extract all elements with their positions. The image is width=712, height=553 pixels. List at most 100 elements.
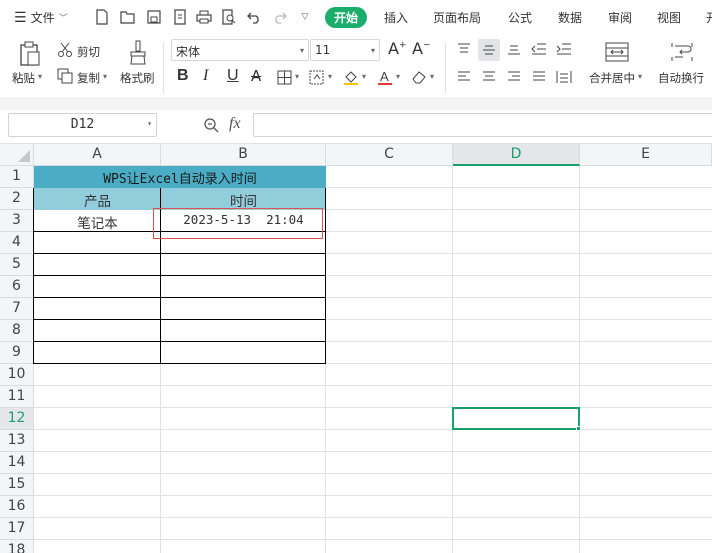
- selected-cell-d12[interactable]: [452, 407, 580, 430]
- open-folder-icon[interactable]: [119, 8, 137, 26]
- row-header-12[interactable]: 12: [0, 408, 34, 430]
- row-header-4[interactable]: 4: [0, 232, 34, 254]
- row-header-9[interactable]: 9: [0, 342, 34, 364]
- select-all-corner[interactable]: [0, 144, 34, 166]
- table-border: [33, 188, 34, 364]
- align-middle-icon[interactable]: [478, 39, 500, 61]
- align-bottom-icon[interactable]: [505, 40, 523, 58]
- tab-data[interactable]: 数据: [558, 9, 582, 26]
- table-border: [33, 253, 326, 254]
- print-icon[interactable]: [195, 8, 213, 26]
- row-header-11[interactable]: 11: [0, 386, 34, 408]
- cell-b2[interactable]: 时间: [161, 188, 326, 210]
- decrease-font-size-icon[interactable]: A−: [412, 39, 431, 58]
- row-header-3[interactable]: 3: [0, 210, 34, 232]
- wrap-text-button[interactable]: 自动换行: [658, 70, 704, 86]
- underline-button[interactable]: U: [227, 67, 239, 85]
- copy-button[interactable]: 复制: [77, 70, 100, 86]
- cell-style-icon[interactable]: [308, 68, 326, 86]
- row-header-6[interactable]: 6: [0, 276, 34, 298]
- print-preview-icon[interactable]: [220, 8, 238, 26]
- cut-button[interactable]: 剪切: [77, 44, 100, 60]
- row-header-16[interactable]: 16: [0, 496, 34, 518]
- tab-view[interactable]: 视图: [657, 9, 681, 26]
- distributed-align-icon[interactable]: [555, 68, 573, 86]
- fill-color-dropdown-icon[interactable]: ▾: [362, 72, 366, 81]
- column-header-b[interactable]: B: [161, 144, 326, 166]
- merge-dropdown-icon[interactable]: ▾: [638, 72, 642, 81]
- new-document-icon[interactable]: [93, 8, 111, 26]
- cell-a1-title[interactable]: WPS让Excel自动录入时间: [34, 166, 326, 188]
- row-header-7[interactable]: 7: [0, 298, 34, 320]
- name-box[interactable]: D12 ▾: [8, 113, 157, 137]
- fill-color-icon[interactable]: [342, 68, 360, 86]
- column-header-d[interactable]: D: [453, 144, 580, 166]
- insert-function-button[interactable]: fx: [229, 115, 241, 133]
- align-top-icon[interactable]: [455, 40, 473, 58]
- paste-icon[interactable]: [16, 40, 44, 68]
- cell-a3[interactable]: 笔记本: [34, 210, 161, 232]
- align-center-icon[interactable]: [480, 68, 498, 86]
- column-header-a[interactable]: A: [34, 144, 161, 166]
- spreadsheet-grid[interactable]: A B C D E 1 2 3 4 5 6 7 8 9 10 11 12 13 …: [0, 144, 712, 553]
- tab-page-layout[interactable]: 页面布局: [433, 9, 481, 26]
- file-menu[interactable]: ☰ 文件 ﹀: [14, 9, 68, 26]
- tab-overflow[interactable]: 开: [706, 9, 712, 26]
- clear-format-icon[interactable]: [410, 68, 428, 86]
- cell-a2[interactable]: 产品: [34, 188, 161, 210]
- font-name-select[interactable]: 宋体 ▾: [171, 39, 309, 61]
- table-border: [33, 319, 326, 320]
- format-painter-button[interactable]: 格式刷: [120, 70, 155, 86]
- row-header-10[interactable]: 10: [0, 364, 34, 386]
- formula-input[interactable]: [253, 113, 712, 137]
- row-header-5[interactable]: 5: [0, 254, 34, 276]
- cell-style-dropdown-icon[interactable]: ▾: [328, 72, 332, 81]
- font-color-icon[interactable]: A: [376, 68, 394, 86]
- row-header-18[interactable]: 18: [0, 540, 34, 553]
- column-header-e[interactable]: E: [580, 144, 712, 166]
- font-size-select[interactable]: 11 ▾: [310, 39, 380, 61]
- wrap-text-icon: [670, 40, 694, 64]
- increase-indent-icon[interactable]: [555, 40, 573, 58]
- undo-icon[interactable]: [245, 8, 263, 26]
- borders-icon[interactable]: [275, 68, 293, 86]
- menu-bar: ☰ 文件 ﹀ ▽ 开始 插入 页面布局 公式 数据 审阅 视图 开: [0, 0, 712, 34]
- font-color-dropdown-icon[interactable]: ▾: [396, 72, 400, 81]
- export-pdf-icon[interactable]: [171, 8, 189, 26]
- redo-icon[interactable]: [271, 8, 289, 26]
- row-header-15[interactable]: 15: [0, 474, 34, 496]
- align-right-icon[interactable]: [505, 68, 523, 86]
- tab-review[interactable]: 审阅: [608, 9, 632, 26]
- copy-dropdown-icon[interactable]: ▾: [103, 72, 107, 81]
- scissors-icon: [56, 41, 74, 59]
- fill-handle[interactable]: [576, 426, 581, 431]
- ribbon-separator: [163, 42, 164, 94]
- row-header-2[interactable]: 2: [0, 188, 34, 210]
- customize-quick-access-icon[interactable]: ▽: [296, 8, 314, 26]
- align-left-icon[interactable]: [455, 68, 473, 86]
- tab-formulas[interactable]: 公式: [508, 9, 532, 26]
- save-icon[interactable]: [145, 8, 163, 26]
- italic-button[interactable]: I: [203, 67, 208, 85]
- row-header-14[interactable]: 14: [0, 452, 34, 474]
- tab-home[interactable]: 开始: [325, 7, 368, 28]
- merge-center-button[interactable]: 合并居中: [589, 70, 635, 86]
- justify-icon[interactable]: [530, 68, 548, 86]
- borders-dropdown-icon[interactable]: ▾: [295, 72, 299, 81]
- decrease-indent-icon[interactable]: [530, 40, 548, 58]
- tab-insert[interactable]: 插入: [384, 9, 408, 26]
- table-border: [33, 341, 326, 342]
- row-header-1[interactable]: 1: [0, 166, 34, 188]
- zoom-search-icon[interactable]: [202, 116, 220, 134]
- paste-button[interactable]: 粘贴: [12, 70, 35, 86]
- clear-dropdown-icon[interactable]: ▾: [430, 72, 434, 81]
- increase-font-size-icon[interactable]: A+: [388, 39, 407, 58]
- bold-button[interactable]: B: [177, 67, 189, 85]
- paste-dropdown-icon[interactable]: ▾: [38, 72, 42, 81]
- row-header-13[interactable]: 13: [0, 430, 34, 452]
- strikethrough-icon[interactable]: A: [251, 67, 261, 85]
- column-header-c[interactable]: C: [326, 144, 453, 166]
- row-header-17[interactable]: 17: [0, 518, 34, 540]
- row-header-8[interactable]: 8: [0, 320, 34, 342]
- chevron-down-icon: ▾: [299, 46, 304, 55]
